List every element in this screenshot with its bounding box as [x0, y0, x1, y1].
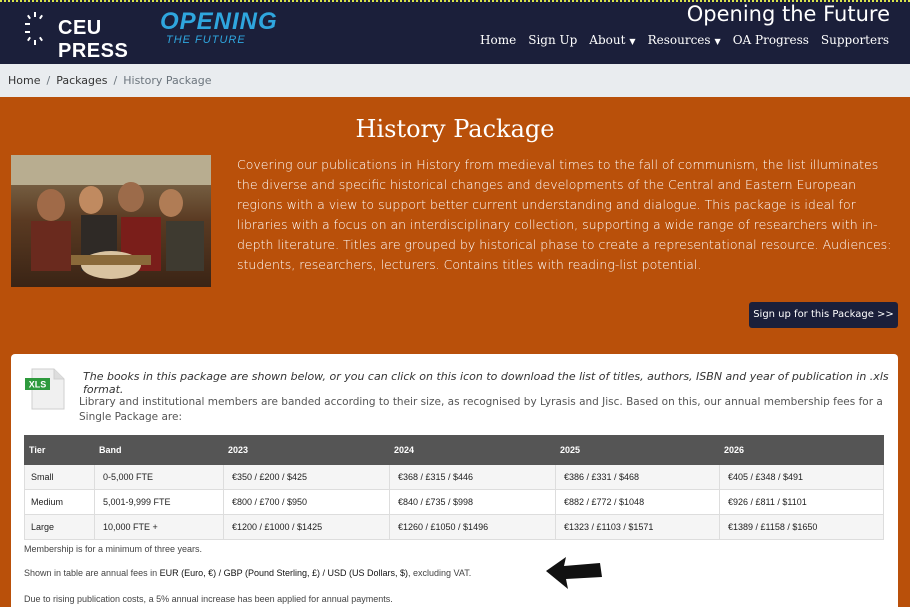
logo-text: CEU PRESS	[58, 17, 129, 62]
otf-logo-line2: THE FUTURE	[166, 34, 246, 46]
table-cell: €840 / £735 / $998	[389, 489, 556, 515]
package-hero: History Package Covering our publication…	[0, 97, 910, 607]
nav-oa-progress-label: OA Progress	[732, 33, 809, 47]
annual-increase-note: Due to rising publication costs, a 5% an…	[24, 594, 393, 604]
nav-home-label: Home	[480, 33, 517, 47]
table-cell: €926 / £811 / $1101	[719, 489, 884, 515]
membership-band-note: Library and institutional members are ba…	[79, 396, 883, 423]
nav-resources-label: Resources	[647, 33, 711, 47]
currency-note: Shown in table are annual fees in EUR (E…	[24, 568, 471, 578]
table-row: Medium 5,001-9,999 FTE €800 / £700 / $95…	[24, 489, 884, 515]
xls-download-text: The books in this package are shown belo…	[83, 370, 889, 396]
xls-download-icon[interactable]: XLS	[24, 367, 68, 411]
table-cell: €1200 / £1000 / $1425	[223, 514, 390, 540]
nav-supporters[interactable]: Supporters	[815, 33, 895, 47]
breadcrumb-home[interactable]: Home	[8, 74, 40, 87]
column-header: Band	[94, 435, 224, 465]
nav-home[interactable]: Home	[474, 33, 522, 47]
caret-down-icon: ▼	[629, 37, 636, 46]
nav-resources[interactable]: Resources ▼	[642, 33, 727, 47]
breadcrumb: Home / Packages / History Package	[0, 64, 910, 97]
minimum-term-note: Membership is for a minimum of three yea…	[24, 544, 203, 554]
currency-note-currencies: EUR (Euro, €) / GBP (Pound Sterling, £) …	[159, 568, 409, 578]
caret-down-icon: ▼	[714, 37, 721, 46]
breadcrumb-current: History Package	[123, 74, 212, 87]
table-row: Large 10,000 FTE + €1200 / £1000 / $1425…	[24, 514, 884, 540]
column-header: 2026	[719, 435, 884, 465]
arrow-left-icon	[546, 557, 602, 589]
column-header: Tier	[24, 435, 95, 465]
table-cell: 0-5,000 FTE	[94, 464, 224, 490]
otf-logo-line1: OPENING	[160, 8, 278, 35]
table-header-row: Tier Band 2023 2024 2025 2026	[24, 435, 884, 465]
package-details-card: XLS The books in this package are shown …	[11, 354, 898, 607]
breadcrumb-separator: /	[46, 74, 51, 87]
table-cell: €1389 / £1158 / $1650	[719, 514, 884, 540]
nav-about[interactable]: About ▼	[583, 33, 641, 47]
page-title: History Package	[355, 115, 555, 143]
ceu-press-logo[interactable]: CEU PRESS	[22, 8, 147, 62]
column-header: 2025	[555, 435, 720, 465]
nav-sign-up[interactable]: Sign Up	[522, 33, 583, 47]
table-cell: €800 / £700 / $950	[223, 489, 390, 515]
table-cell: €350 / £200 / $425	[223, 464, 390, 490]
nav-about-label: About	[589, 33, 626, 47]
table-cell: Small	[24, 464, 95, 490]
opening-the-future-logo[interactable]: OPENING THE FUTURE	[160, 8, 277, 52]
main-nav: Home Sign Up About ▼ Resources ▼ OA Progre…	[474, 33, 895, 47]
membership-fees-table: Tier Band 2023 2024 2025 2026 Small 0-5,…	[24, 435, 884, 540]
table-cell: Medium	[24, 489, 95, 515]
table-row: Small 0-5,000 FTE €350 / £200 / $425 €36…	[24, 464, 884, 490]
breadcrumb-packages[interactable]: Packages	[56, 74, 107, 87]
table-cell: €386 / £331 / $468	[555, 464, 720, 490]
nav-supporters-label: Supporters	[820, 33, 889, 47]
package-description: Covering our publications in History fro…	[237, 157, 892, 272]
sunburst-icon	[25, 12, 43, 45]
table-cell: €882 / £772 / $1048	[555, 489, 720, 515]
sign-up-package-button[interactable]: Sign up for this Package >>	[749, 302, 898, 328]
table-cell: €368 / £315 / $446	[389, 464, 556, 490]
nav-sign-up-label: Sign Up	[528, 33, 578, 47]
site-title[interactable]: Opening the Future	[687, 2, 890, 26]
site-header: CEU PRESS OPENING THE FUTURE Opening the…	[0, 0, 910, 64]
table-cell: €405 / £348 / $491	[719, 464, 884, 490]
table-cell: €1260 / £1050 / $1496	[389, 514, 556, 540]
table-cell: €1323 / £1103 / $1571	[555, 514, 720, 540]
currency-note-suffix: , excluding VAT.	[408, 568, 472, 578]
table-cell: 10,000 FTE +	[94, 514, 224, 540]
column-header: 2023	[223, 435, 390, 465]
xls-label: XLS	[29, 380, 47, 390]
table-cell: Large	[24, 514, 95, 540]
currency-note-prefix: Shown in table are annual fees in	[24, 568, 160, 578]
painting-image	[11, 155, 211, 287]
column-header: 2024	[389, 435, 556, 465]
breadcrumb-separator: /	[113, 74, 118, 87]
nav-oa-progress[interactable]: OA Progress	[727, 33, 815, 47]
table-cell: 5,001-9,999 FTE	[94, 489, 224, 515]
